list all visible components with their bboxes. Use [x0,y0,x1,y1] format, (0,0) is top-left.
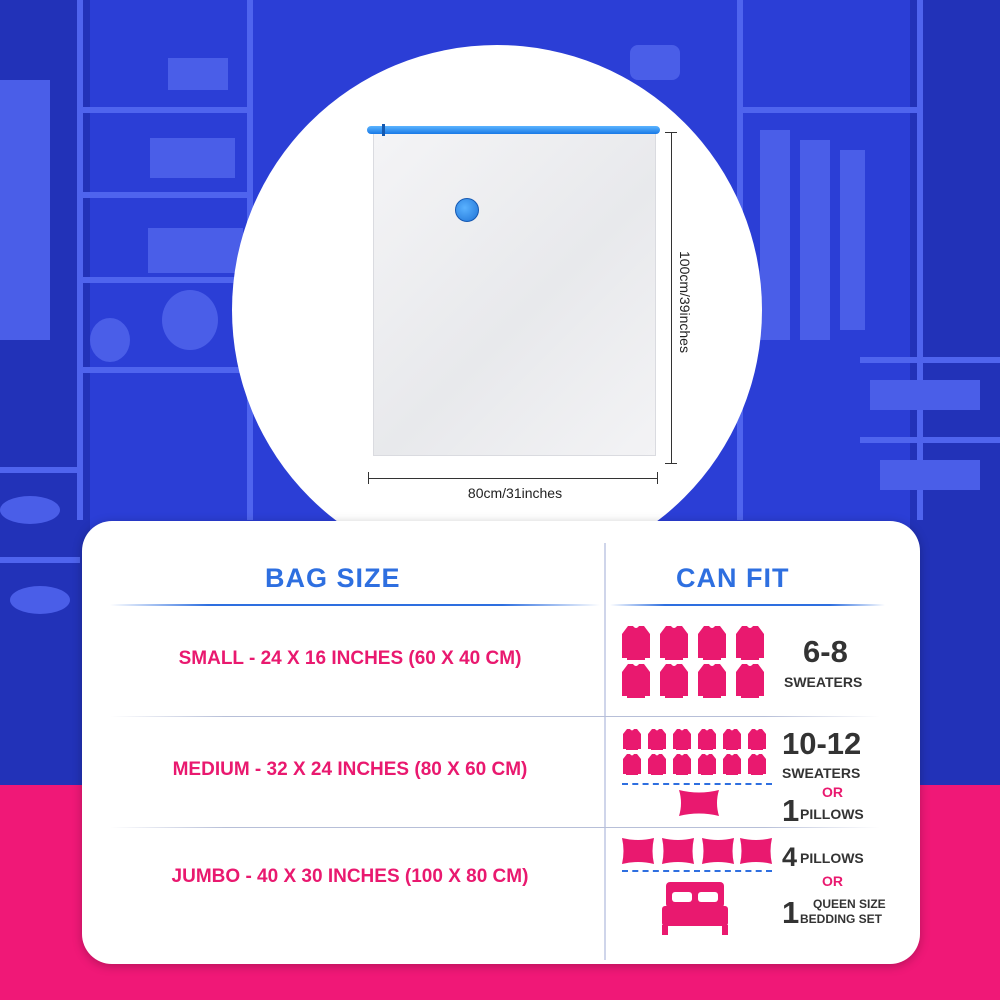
height-dimension-line [671,132,672,464]
vacuum-bag-illustration [373,130,656,456]
column-divider [604,543,606,960]
sweater-icon [648,754,666,775]
sweater-icon [723,754,741,775]
jumbo-size-label: JUMBO - 40 X 30 INCHES (100 X 80 CM) [171,866,529,887]
pillow-icon [679,790,719,816]
medium-size-label: MEDIUM - 32 X 24 INCHES (80 X 60 CM) [172,759,528,780]
sweater-icon-grid-medium [623,729,766,775]
pillow-icon [622,838,654,864]
sweater-icon [622,664,650,698]
width-dimension-cap-left [368,472,369,484]
sweater-icon [623,729,641,750]
medium-alt-unit: PILLOWS [800,806,864,822]
medium-fit-unit: SWEATERS [782,765,861,781]
jumbo-alt-count: 1 [782,895,800,930]
zipper-slider [382,124,385,136]
bag-size-header: BAG SIZE [265,563,401,593]
header-underline-right [610,604,885,606]
jumbo-fit-unit: PILLOWS [800,850,864,866]
jumbo-alt-unit-line1: QUEEN SIZE [813,897,886,911]
jumbo-or-label: OR [822,873,843,889]
height-dimension-cap-bottom [665,463,677,464]
medium-alt-count: 1 [782,793,800,828]
sweater-icon [698,729,716,750]
sweater-icon [698,754,716,775]
medium-or-label: OR [822,784,843,800]
sweater-icon [748,729,766,750]
dashed-separator [622,870,772,872]
dashed-separator [622,783,772,785]
pillow-icon [740,838,772,864]
header-underline-left [110,604,600,606]
sweater-icon [698,664,726,698]
sweater-icon [648,729,666,750]
sweater-icon-grid-small [622,626,764,698]
small-size-label: SMALL - 24 X 16 INCHES (60 X 40 CM) [178,648,522,669]
sweater-icon [748,754,766,775]
width-dimension-cap-right [657,472,658,484]
width-label: 80cm/31inches [467,485,563,501]
row-divider [110,827,880,828]
height-dimension-cap-top [665,132,677,133]
sweater-icon [623,754,641,775]
valve-icon [455,198,479,222]
sweater-icon [673,729,691,750]
jumbo-fit-count: 4 [782,842,798,872]
row-divider [110,716,880,717]
bag-zipper [367,126,660,134]
small-fit-unit: SWEATERS [784,674,863,690]
pillow-icon [702,838,734,864]
sweater-icon [723,729,741,750]
bed-icon [662,882,728,935]
height-label: 100cm/39inches [677,251,693,353]
pillow-icon-row [622,838,772,864]
sweater-icon [698,626,726,660]
can-fit-header: CAN FIT [676,563,790,593]
sweater-icon [736,626,764,660]
sweater-icon [673,754,691,775]
sweater-icon [622,626,650,660]
width-dimension-line [368,478,658,479]
jumbo-alt-unit-line2: BEDDING SET [800,912,883,926]
sweater-icon [660,626,688,660]
pillow-icon [662,838,694,864]
small-fit-count: 6-8 [803,634,848,669]
medium-fit-count: 10-12 [782,726,862,761]
sweater-icon [660,664,688,698]
sweater-icon [736,664,764,698]
